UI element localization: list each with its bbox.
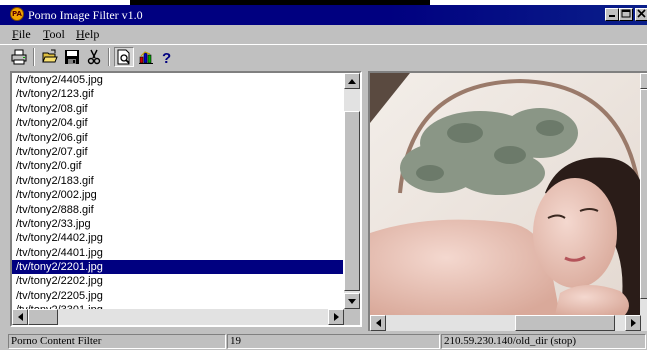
minimize-icon (609, 15, 615, 17)
arrow-left-icon (17, 313, 23, 321)
statistics-button[interactable] (136, 47, 156, 67)
toolbar-separator (33, 48, 35, 66)
scroll-thumb[interactable] (28, 309, 58, 325)
file-list-item[interactable]: /tv/tony2/07.gif (12, 145, 343, 159)
scissors-icon (87, 49, 101, 65)
save-disk-icon (65, 50, 79, 64)
file-list-item[interactable]: /tv/tony2/08.gif (12, 102, 343, 116)
status-count: 19 (227, 334, 440, 349)
maximize-button[interactable] (619, 8, 633, 21)
menu-tool-label: ool (49, 27, 65, 41)
scroll-left-button[interactable] (12, 309, 28, 325)
minimize-button[interactable] (605, 8, 619, 21)
close-icon (637, 9, 646, 18)
file-list-panel: /tv/tony2/4405.jpg/tv/tony2/123.gif/tv/t… (10, 71, 362, 327)
save-button[interactable] (62, 47, 82, 67)
file-list-item[interactable]: /tv/tony2/183.gif (12, 174, 343, 188)
close-button[interactable] (635, 8, 647, 21)
file-list-item[interactable]: /tv/tony2/888.gif (12, 203, 343, 217)
file-list-item[interactable]: /tv/tony2/0.gif (12, 159, 343, 173)
file-list-item[interactable]: /tv/tony2/2202.jpg (12, 274, 343, 288)
svg-text:?: ? (162, 50, 171, 65)
maximize-icon (621, 9, 631, 18)
scroll-thumb[interactable] (344, 111, 360, 291)
image-preview-panel (368, 71, 647, 331)
preview-photo (370, 73, 647, 315)
file-list-vertical-scrollbar[interactable] (344, 73, 360, 309)
help-button[interactable]: ? (156, 47, 176, 67)
menu-help[interactable]: Help (76, 27, 99, 42)
arrow-right-icon (333, 313, 339, 321)
arrow-right-icon (630, 319, 636, 327)
print-button[interactable] (9, 47, 29, 67)
image-vertical-scrollbar[interactable] (640, 73, 647, 315)
window-title: Porno Image Filter v1.0 (28, 8, 143, 22)
arrow-left-icon (375, 319, 381, 327)
image-preview (370, 73, 647, 315)
toolbar: ? (0, 44, 647, 69)
menu-help-accel: H (76, 27, 85, 41)
image-scroll-right-button[interactable] (625, 315, 641, 331)
image-scroll-thumb-vertical[interactable] (640, 89, 647, 299)
menu-help-label: elp (84, 27, 100, 41)
scrollbar-corner (344, 309, 360, 325)
menu-bar: File Tool Help (0, 25, 647, 43)
status-bar: Porno Content Filter 19 210.59.230.140/o… (0, 333, 647, 350)
file-list-item[interactable]: /tv/tony2/2201.jpg (12, 260, 343, 275)
arrow-down-icon (348, 298, 356, 304)
menu-file-label: ile (18, 27, 31, 41)
file-list-item[interactable]: /tv/tony2/2205.jpg (12, 289, 343, 303)
title-bar[interactable]: PA Porno Image Filter v1.0 (0, 5, 647, 25)
open-folder-icon (42, 49, 58, 63)
file-list-item[interactable]: /tv/tony2/4401.jpg (12, 246, 343, 260)
file-list-item[interactable]: /tv/tony2/4402.jpg (12, 231, 343, 245)
scroll-down-button[interactable] (344, 293, 360, 309)
printer-icon (11, 49, 27, 65)
cut-button[interactable] (84, 47, 104, 67)
chart-icon (139, 51, 153, 64)
menu-file[interactable]: File (12, 27, 31, 42)
image-scroll-left-button[interactable] (370, 315, 386, 331)
menu-tool[interactable]: Tool (43, 27, 65, 42)
toolbar-separator (108, 48, 110, 66)
file-list-horizontal-scrollbar[interactable] (12, 309, 344, 325)
help-question-icon: ? (162, 50, 171, 65)
scroll-right-button[interactable] (328, 309, 344, 325)
app-icon[interactable]: PA (10, 7, 24, 21)
file-list-item[interactable]: /tv/tony2/123.gif (12, 87, 343, 101)
image-horizontal-scrollbar[interactable] (370, 315, 647, 331)
menu-file-accel: F (12, 27, 19, 41)
preview-page-icon (117, 49, 130, 65)
file-list-item[interactable]: /tv/tony2/04.gif (12, 116, 343, 130)
file-list[interactable]: /tv/tony2/4405.jpg/tv/tony2/123.gif/tv/t… (12, 73, 343, 311)
image-scroll-up-button[interactable] (640, 73, 647, 89)
preview-button[interactable] (114, 47, 134, 67)
arrow-up-icon (348, 78, 356, 84)
status-app-name: Porno Content Filter (8, 334, 226, 349)
open-button[interactable] (40, 47, 60, 67)
status-connection: 210.59.230.140/old_dir (stop) (441, 334, 646, 349)
image-scroll-thumb[interactable] (515, 315, 615, 331)
file-list-item[interactable]: /tv/tony2/33.jpg (12, 217, 343, 231)
scroll-up-button[interactable] (344, 73, 360, 89)
file-list-item[interactable]: /tv/tony2/4405.jpg (12, 73, 343, 87)
file-list-item[interactable]: /tv/tony2/002.jpg (12, 188, 343, 202)
file-list-item[interactable]: /tv/tony2/06.gif (12, 131, 343, 145)
